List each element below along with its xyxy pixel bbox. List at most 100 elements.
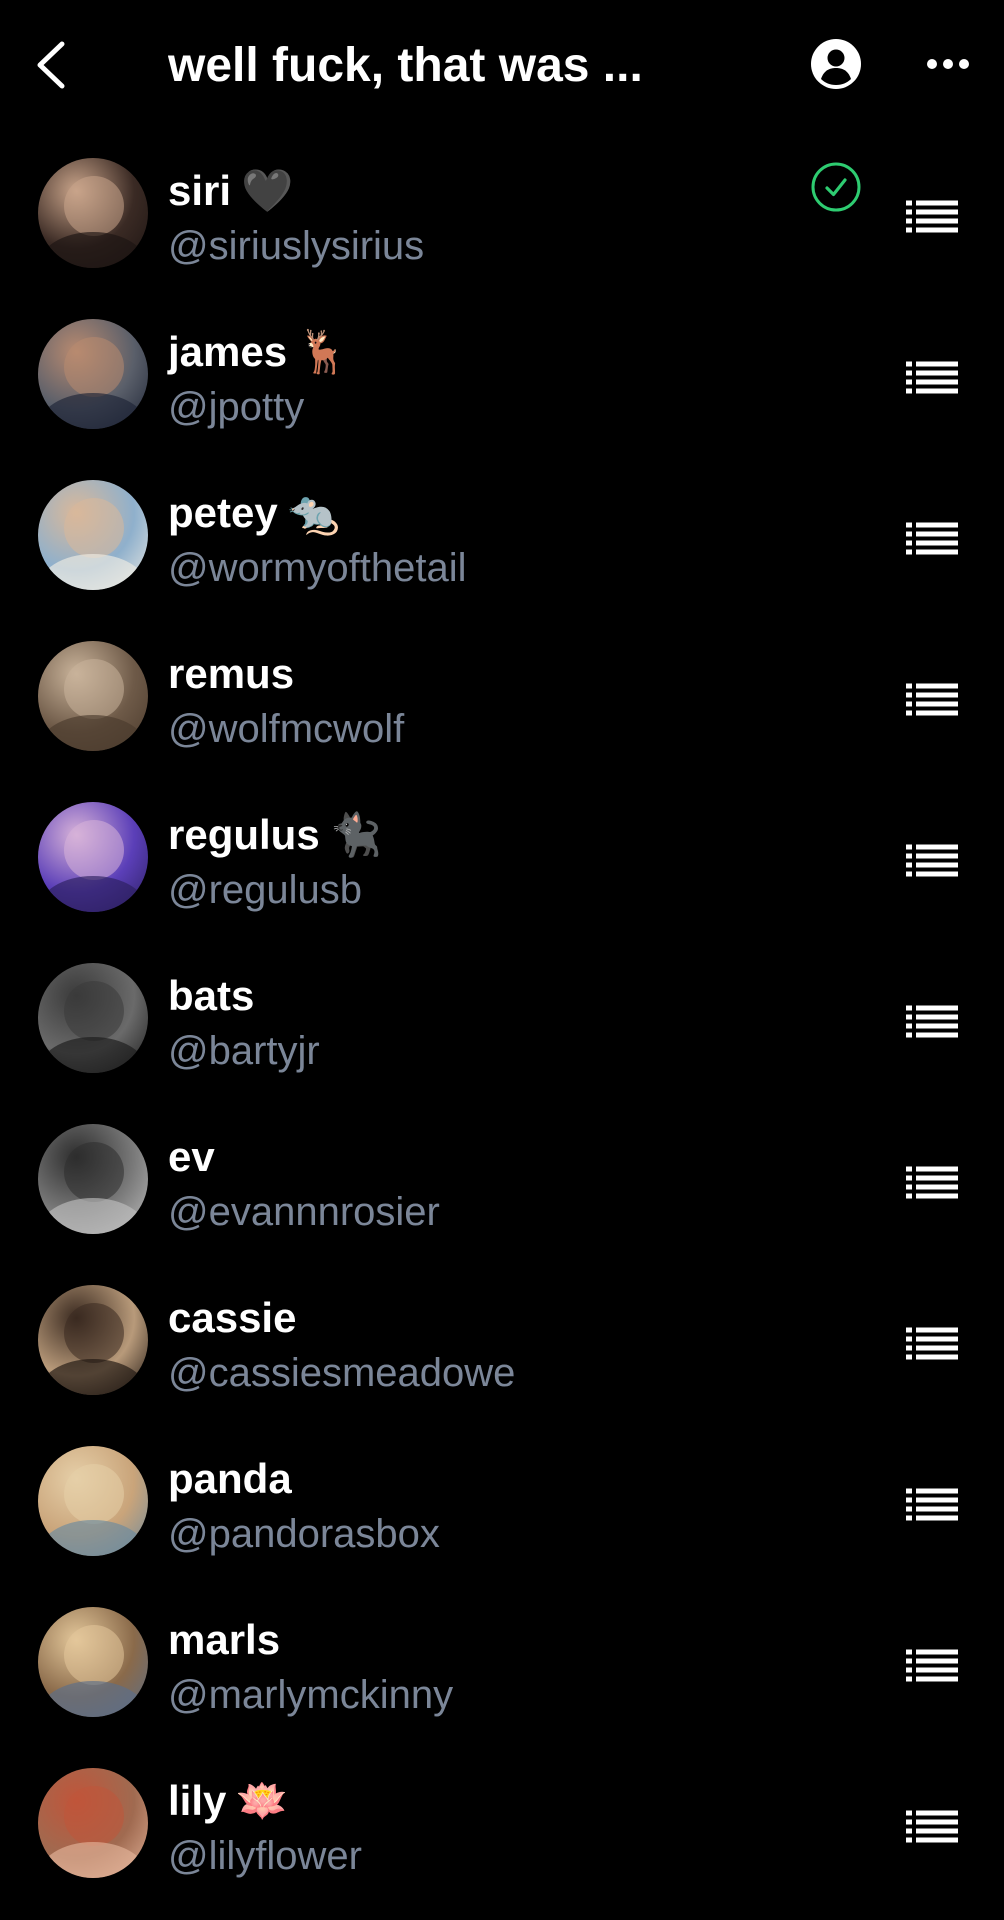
member-name-line: bats (168, 971, 254, 1021)
member-name-line: siri 🖤 (168, 166, 293, 216)
reorder-handle[interactable] (906, 842, 958, 878)
avatar[interactable] (38, 1768, 148, 1878)
avatar-body (38, 715, 148, 751)
member-name: cassie (168, 1294, 297, 1341)
avatar-face (64, 176, 124, 236)
avatar-face (64, 1464, 124, 1524)
avatar-face (64, 820, 124, 880)
person-circle-icon (811, 39, 861, 89)
reorder-handle[interactable] (906, 1325, 958, 1361)
drag-handle-icon (906, 844, 958, 877)
member-handle: @cassiesmeadowe (168, 1351, 516, 1395)
member-name-line: regulus 🐈‍⬛ (168, 810, 382, 860)
page-title: well fuck, that was ... (168, 39, 643, 92)
member-name: regulus (168, 811, 320, 858)
avatar-face (64, 498, 124, 558)
avatar[interactable] (38, 802, 148, 912)
member-name-line: cassie (168, 1293, 296, 1343)
member-name: panda (168, 1455, 292, 1502)
reorder-handle[interactable] (906, 1486, 958, 1522)
avatar-face (64, 981, 124, 1041)
drag-handle-icon (906, 361, 958, 394)
member-handle: @jpotty (168, 385, 305, 429)
member-name: lily (168, 1777, 227, 1824)
list-item[interactable]: james 🦌 @jpotty (0, 309, 1004, 470)
avatar-face (64, 1303, 124, 1363)
avatar-face (64, 1625, 124, 1685)
drag-handle-icon (906, 1488, 958, 1521)
reorder-handle[interactable] (906, 359, 958, 395)
member-name-line: marls (168, 1615, 280, 1665)
drag-handle-icon (906, 1649, 958, 1682)
avatar-body (38, 1037, 148, 1073)
member-name-line: remus (168, 649, 294, 699)
reorder-handle[interactable] (906, 520, 958, 556)
member-emoji: 🪷 (236, 1776, 289, 1825)
reorder-handle[interactable] (906, 1164, 958, 1200)
member-list: siri 🖤 @siriuslysirius james 🦌 @jpotty petey 🐀 @… (0, 148, 1004, 1919)
avatar[interactable] (38, 1124, 148, 1234)
list-item[interactable]: ev @evannnrosier (0, 1114, 1004, 1275)
member-emoji: 🐈‍⬛ (329, 810, 382, 859)
member-handle: @lilyflower (168, 1834, 362, 1878)
list-item[interactable]: cassie @cassiesmeadowe (0, 1275, 1004, 1436)
avatar[interactable] (38, 1446, 148, 1556)
list-item[interactable]: petey 🐀 @wormyofthetail (0, 470, 1004, 631)
avatar-body (38, 1842, 148, 1878)
chevron-left-icon (37, 41, 65, 89)
drag-handle-icon (906, 1810, 958, 1843)
list-item[interactable]: siri 🖤 @siriuslysirius (0, 148, 1004, 309)
member-handle: @bartyjr (168, 1029, 320, 1073)
list-item[interactable]: regulus 🐈‍⬛ @regulusb (0, 792, 1004, 953)
list-item[interactable]: panda @pandorasbox (0, 1436, 1004, 1597)
avatar[interactable] (38, 1607, 148, 1717)
selected-check[interactable] (810, 161, 862, 213)
member-name-line: petey 🐀 (168, 488, 340, 538)
member-name: siri (168, 167, 232, 214)
avatar[interactable] (38, 963, 148, 1073)
drag-handle-icon (906, 1005, 958, 1038)
member-handle: @evannnrosier (168, 1190, 440, 1234)
member-handle: @siriuslysirius (168, 224, 425, 268)
avatar[interactable] (38, 1285, 148, 1395)
drag-handle-icon (906, 200, 958, 233)
avatar-body (38, 393, 148, 429)
list-item[interactable]: bats @bartyjr (0, 953, 1004, 1114)
back-button[interactable] (30, 36, 74, 94)
header: well fuck, that was ... (0, 0, 1004, 130)
member-name: ev (168, 1133, 215, 1180)
list-item[interactable]: lily 🪷 @lilyflower (0, 1758, 1004, 1919)
member-name: bats (168, 972, 255, 1019)
member-name-line: panda (168, 1454, 292, 1504)
member-handle: @marlymckinny (168, 1673, 454, 1717)
drag-handle-icon (906, 522, 958, 555)
avatar-face (64, 659, 124, 719)
avatar-body (38, 1520, 148, 1556)
more-options-button[interactable] (924, 50, 972, 78)
member-name: remus (168, 650, 295, 697)
avatar[interactable] (38, 319, 148, 429)
reorder-handle[interactable] (906, 681, 958, 717)
member-name-line: ev (168, 1132, 215, 1182)
reorder-handle[interactable] (906, 1003, 958, 1039)
profile-button[interactable] (810, 38, 862, 90)
member-emoji: 🖤 (241, 166, 294, 215)
member-name: james (168, 328, 288, 375)
list-item[interactable]: marls @marlymckinny (0, 1597, 1004, 1758)
reorder-handle[interactable] (906, 1647, 958, 1683)
avatar-body (38, 554, 148, 590)
member-handle: @wormyofthetail (168, 546, 467, 590)
avatar[interactable] (38, 641, 148, 751)
member-name: petey (168, 489, 278, 536)
member-handle: @regulusb (168, 868, 363, 912)
reorder-handle[interactable] (906, 1808, 958, 1844)
member-emoji: 🦌 (297, 327, 350, 376)
avatar-body (38, 1359, 148, 1395)
list-item[interactable]: remus @wolfmcwolf (0, 631, 1004, 792)
reorder-handle[interactable] (906, 198, 958, 234)
ellipsis-icon (927, 59, 969, 69)
avatar[interactable] (38, 158, 148, 268)
avatar-face (64, 1786, 124, 1846)
avatar[interactable] (38, 480, 148, 590)
avatar-body (38, 1681, 148, 1717)
